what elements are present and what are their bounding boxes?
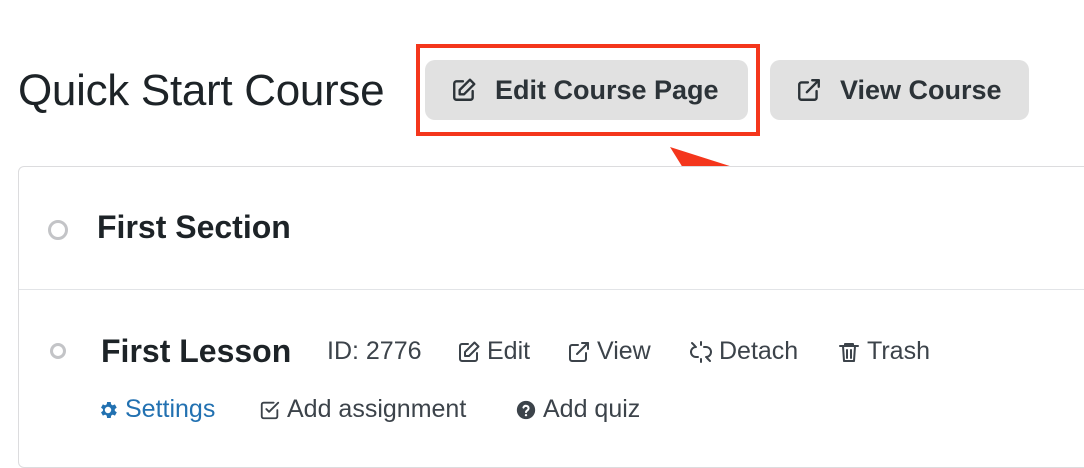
lesson-edit-label: Edit bbox=[487, 337, 531, 365]
section-radio[interactable] bbox=[48, 220, 68, 240]
lesson-settings-link[interactable]: Settings bbox=[97, 395, 215, 424]
external-link-icon bbox=[798, 79, 820, 101]
lesson-radio[interactable] bbox=[50, 343, 66, 359]
page-title: Quick Start Course bbox=[18, 66, 385, 115]
lesson-detach-link[interactable]: Detach bbox=[689, 337, 798, 366]
unlink-icon bbox=[690, 340, 712, 363]
external-link-icon bbox=[569, 341, 589, 362]
view-course-label: View Course bbox=[840, 74, 1002, 105]
add-quiz-label: Add quiz bbox=[543, 395, 641, 423]
lesson-trash-link[interactable]: Trash bbox=[837, 337, 930, 366]
edit-icon bbox=[453, 78, 476, 101]
edit-course-page-label: Edit Course Page bbox=[495, 74, 719, 105]
lesson-view-link[interactable]: View bbox=[567, 337, 651, 366]
trash-icon bbox=[839, 342, 859, 362]
curriculum-card: First Section First Lesson ID: 2776 Edit… bbox=[18, 166, 1084, 468]
lesson-trash-label: Trash bbox=[867, 337, 930, 365]
lesson-title: First Lesson bbox=[101, 333, 292, 369]
edit-course-page-button[interactable]: Edit Course Page bbox=[425, 60, 748, 120]
lesson-edit-link[interactable]: Edit bbox=[457, 337, 530, 366]
lesson-settings-label: Settings bbox=[125, 395, 216, 423]
checkbox-icon bbox=[260, 401, 280, 419]
question-circle-icon bbox=[516, 400, 536, 419]
gear-icon bbox=[101, 401, 117, 418]
lesson-id: ID: 2776 bbox=[327, 337, 422, 365]
add-assignment-link[interactable]: Add assignment bbox=[259, 395, 466, 424]
section-header[interactable]: First Section bbox=[19, 167, 1084, 290]
add-assignment-label: Add assignment bbox=[287, 395, 467, 423]
edit-icon bbox=[459, 341, 480, 362]
view-course-button[interactable]: View Course bbox=[770, 60, 1029, 120]
lesson-detach-label: Detach bbox=[719, 337, 799, 365]
add-quiz-link[interactable]: Add quiz bbox=[515, 395, 640, 424]
section-title: First Section bbox=[97, 209, 291, 245]
lesson-view-label: View bbox=[597, 337, 651, 365]
